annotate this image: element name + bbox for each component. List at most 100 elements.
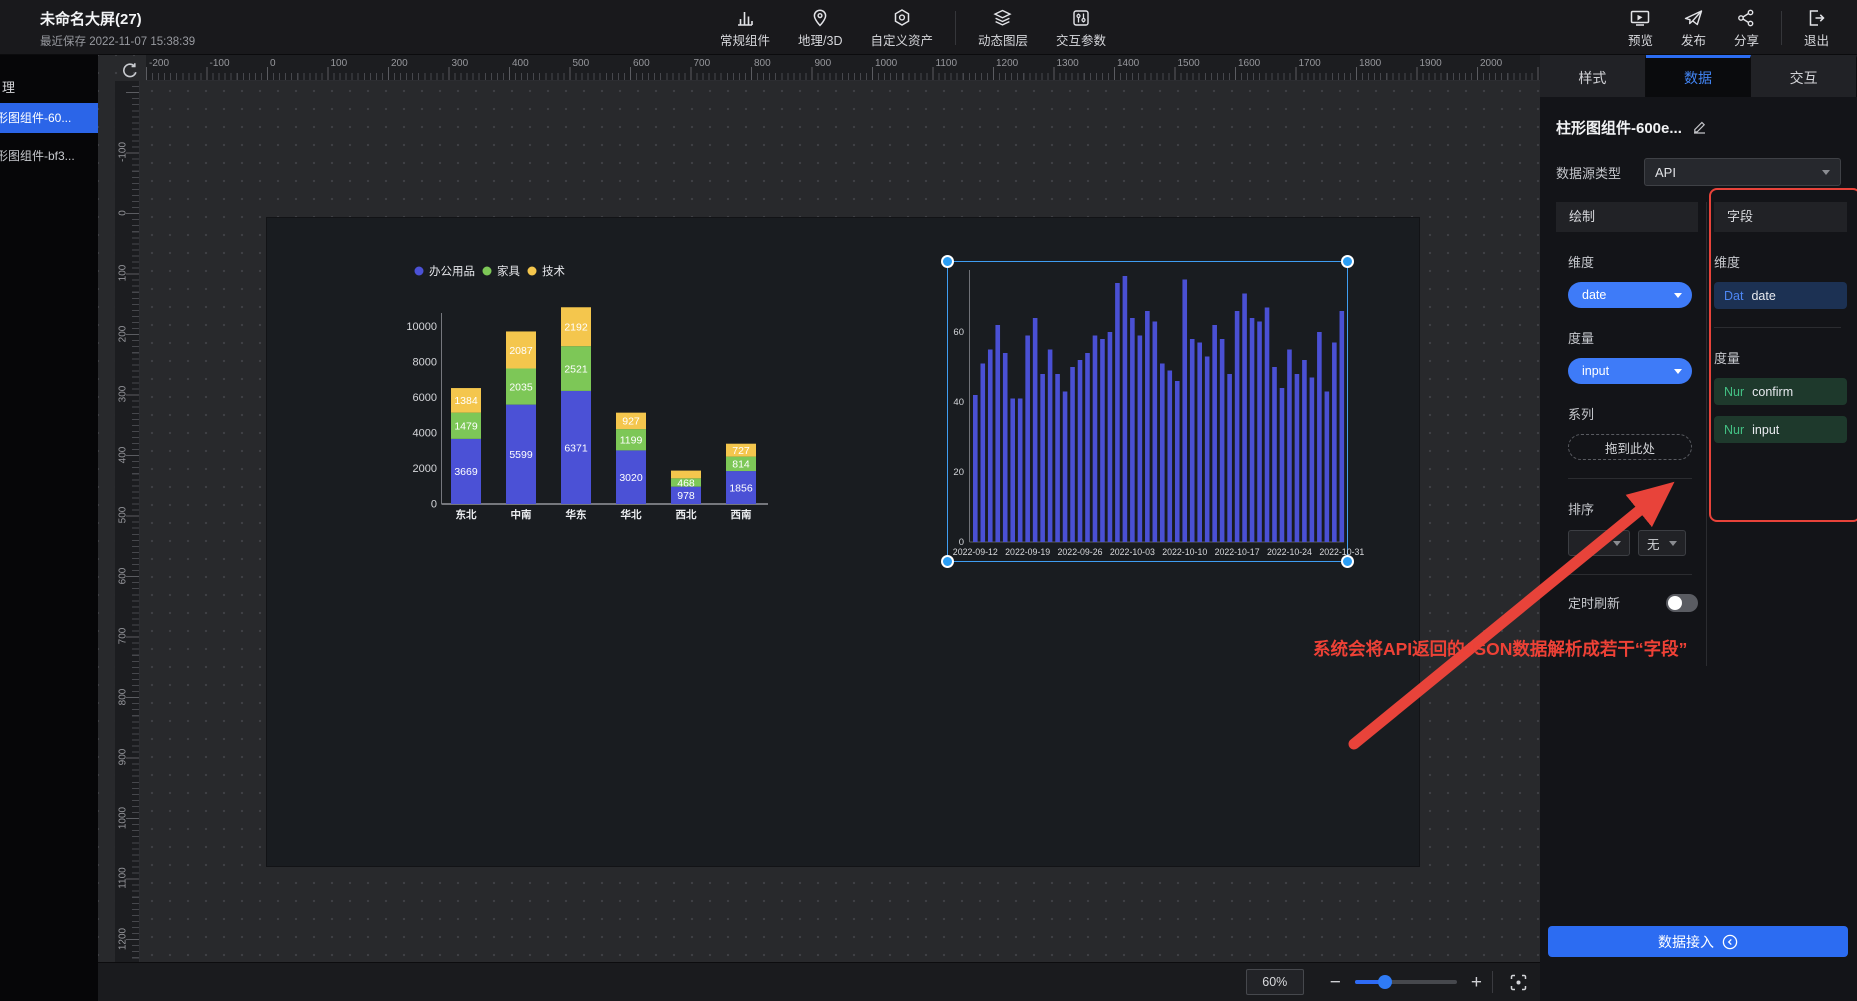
ruler-tick-label: 1100 [118,867,129,889]
share-button[interactable]: 分享 [1720,0,1773,55]
field-pill-date[interactable]: Dat date [1714,282,1847,309]
bar-chart-icon [735,6,755,28]
dimension-select[interactable]: date [1568,282,1692,308]
edit-pencil-icon[interactable] [1692,120,1707,135]
tab-style[interactable]: 样式 [1540,55,1646,97]
zoom-out-button[interactable]: − [1330,973,1341,992]
category-label: 华北 [621,508,642,521]
sort-field-select[interactable] [1568,530,1630,556]
y-tick-label: 40 [953,397,964,408]
bar [988,350,993,543]
action-label: 退出 [1804,30,1829,49]
measure-select[interactable]: input [1568,358,1692,384]
category-label: 东北 [456,508,477,521]
ruler-tick-label: 100 [331,58,348,69]
toolbar-item-dynamic-layers[interactable]: 动态图层 [964,0,1042,55]
bar-value-label: 727 [732,445,750,457]
selected-bar-chart-component[interactable]: 02040602022-09-122022-09-192022-09-26202… [947,261,1348,562]
ruler-tick-label: 0 [270,58,276,69]
bar [1100,339,1105,542]
action-label: 分享 [1734,30,1759,49]
zoom-slider-knob[interactable] [1378,975,1392,989]
field-pill-input[interactable]: Nur input [1714,416,1847,443]
selection-handle-top-left[interactable] [941,255,954,268]
bar [1033,318,1038,542]
bar [1175,381,1180,542]
data-ingest-button[interactable]: 数据接入 [1548,926,1848,957]
tab-data[interactable]: 数据 [1646,55,1752,97]
toolbar-item-interaction-params[interactable]: 交互参数 [1042,0,1120,55]
zoom-slider[interactable] [1355,980,1457,984]
settings-panel: 样式 数据 交互 柱形图组件-600e... 数据源类型 API 绘制 [1540,55,1857,1001]
ruler-tick-label: 600 [633,58,650,69]
preview-button[interactable]: 预览 [1614,0,1667,55]
selection-handle-bottom-left[interactable] [941,555,954,568]
bar [1108,332,1113,542]
timed-refresh-toggle[interactable] [1666,594,1698,612]
data-ingest-label: 数据接入 [1658,932,1714,952]
component-title: 柱形图组件-600e... [1556,117,1682,138]
legend-dot [528,267,537,276]
toolbar-item-label: 地理/3D [798,30,842,49]
field-pill-confirm[interactable]: Nur confirm [1714,378,1847,405]
y-tick-label: 60 [953,327,964,338]
bar [1325,392,1330,543]
bar [1138,336,1143,543]
horizontal-ruler: -200-10001002003004005006007008009001000… [146,55,1540,81]
bar-value-label: 1856 [729,482,753,494]
toolbar-item-custom-assets[interactable]: 自定义资产 [856,0,947,55]
datasource-select[interactable]: API [1644,158,1841,186]
legend-label: 技术 [542,265,565,278]
ruler-tick-label: 1300 [1057,58,1079,69]
share-icon [1736,6,1756,28]
layer-item-bar-chart-bf3[interactable]: 形图组件-bf3... [0,141,98,171]
bar [1340,311,1345,542]
field-type-tag: Dat [1724,289,1743,303]
bar-value-label: 927 [622,416,640,428]
y-tick-label: 4000 [413,428,437,440]
refresh-icon[interactable] [120,61,140,81]
x-tick-label: 2022-10-03 [1110,547,1155,557]
bar [1093,336,1098,543]
editor-canvas[interactable]: -200-10001002003004005006007008009001000… [98,55,1540,1001]
chevron-down-icon [1669,541,1677,546]
y-tick-label: 0 [431,499,437,511]
ruler-tick-label: 2000 [1480,58,1502,69]
zoom-in-button[interactable]: + [1471,973,1482,992]
x-tick-label: 2022-09-26 [1058,547,1103,557]
y-tick-label: 10000 [406,321,437,333]
fit-to-screen-icon[interactable] [1509,973,1528,992]
layer-item-bar-chart-60[interactable]: 形图组件-60... [0,103,98,133]
bar-value-label: 1479 [454,421,478,433]
x-tick-label: 2022-09-12 [953,547,998,557]
bar [1287,350,1292,543]
sort-order-select[interactable]: 无 [1638,530,1686,556]
bar-value-label: 1384 [454,395,478,407]
action-label: 预览 [1628,30,1653,49]
x-tick-label: 2022-10-31 [1319,547,1364,557]
bar [1190,339,1195,542]
zoom-percentage-input[interactable]: 60% [1246,969,1304,995]
last-saved-text: 最近保存 2022-11-07 15:38:39 [40,33,195,49]
bar-value-label: 5599 [509,449,533,461]
toolbar-item-label: 交互参数 [1056,30,1106,49]
toolbar-item-regular-components[interactable]: 常规组件 [706,0,784,55]
toolbar-item-geo-3d[interactable]: 地理/3D [784,0,856,55]
action-label: 发布 [1681,30,1706,49]
bar-value-label: 814 [732,459,750,471]
ruler-tick-label: -200 [149,58,169,69]
series-drop-zone[interactable]: 拖到此处 [1568,434,1692,460]
bar [1115,283,1120,542]
selection-handle-bottom-right[interactable] [1341,555,1354,568]
ruler-tick-label: 100 [118,265,129,282]
bar [1212,325,1217,542]
field-name: date [1751,289,1775,303]
bar [1003,353,1008,542]
selection-handle-top-right[interactable] [1341,255,1354,268]
ruler-tick-label: 1500 [1178,58,1200,69]
publish-button[interactable]: 发布 [1667,0,1720,55]
exit-button[interactable]: 退出 [1790,0,1843,55]
ruler-tick-label: 500 [573,58,590,69]
tab-interaction[interactable]: 交互 [1751,55,1857,97]
stacked-bar-chart-component[interactable]: 办公用品家具技术02000400060008000100003669147913… [400,255,790,535]
